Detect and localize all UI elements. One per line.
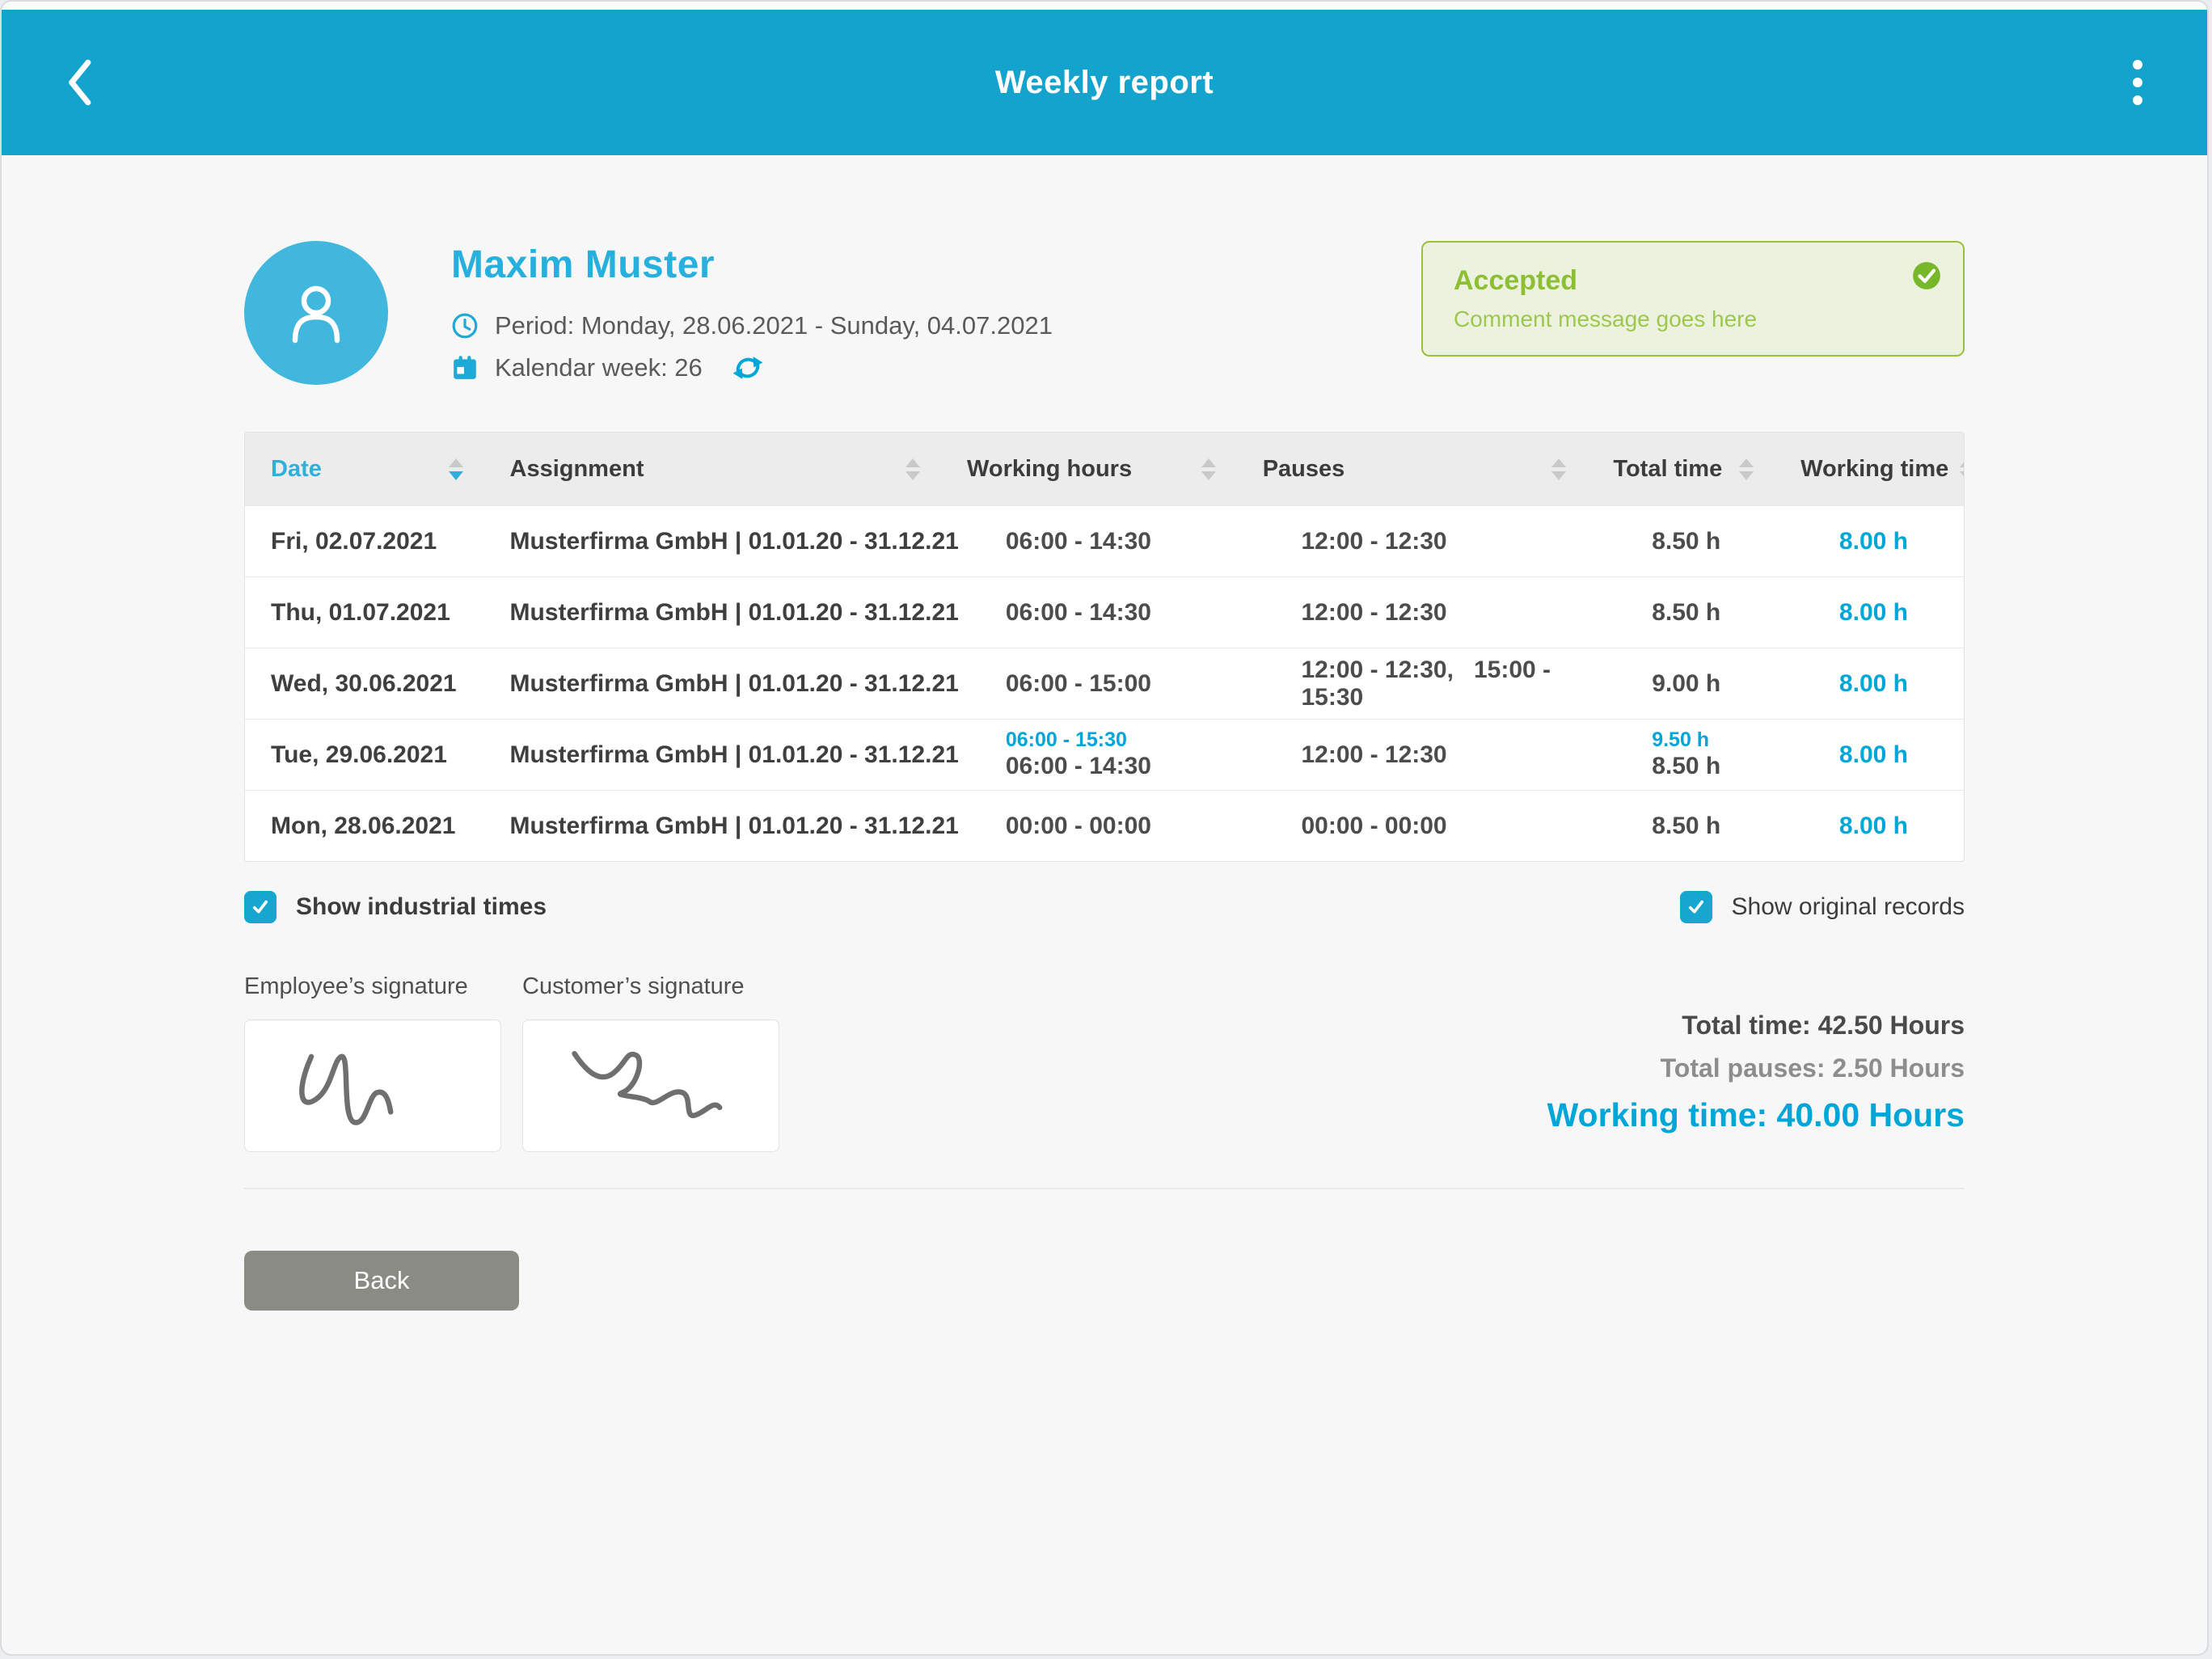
cell-working-time: 8.00 h (1813, 741, 1965, 769)
show-industrial-times-label: Show industrial times (296, 893, 547, 921)
column-header-pauses[interactable]: Pauses (1237, 456, 1588, 483)
signatures-and-totals: Employee’s signature Customer’s signatur… (244, 973, 1965, 1152)
divider (244, 1188, 1965, 1189)
cell-date: Thu, 01.07.2021 (245, 599, 484, 627)
status-title: Accepted (1454, 265, 1932, 297)
app-screen: Weekly report Maxim Muster Period: Monda… (0, 0, 2209, 1656)
cell-working-time: 8.00 h (1813, 528, 1965, 555)
total-time-summary: Total time: 42.50 Hours (1547, 1011, 1965, 1041)
customer-signature-box (522, 1019, 779, 1152)
cell-total-time: 8.50 h (1626, 599, 1813, 627)
sort-icon (1960, 458, 1965, 480)
cell-date: Wed, 30.06.2021 (245, 670, 484, 698)
cell-total-time: 9.00 h (1626, 670, 1813, 698)
table-row: Wed, 30.06.2021 Musterfirma GmbH | 01.01… (245, 648, 1964, 719)
overflow-menu-icon[interactable] (2125, 52, 2151, 113)
cell-assignment: Musterfirma GmbH | 01.01.20 - 31.12.21 (484, 741, 980, 769)
total-pauses-summary: Total pauses: 2.50 Hours (1547, 1053, 1965, 1083)
sort-icon (905, 458, 920, 480)
sort-icon (449, 458, 463, 480)
status-comment: Comment message goes here (1454, 306, 1932, 332)
content: Maxim Muster Period: Monday, 28.06.2021 … (2, 241, 2207, 1311)
cell-working-time: 8.00 h (1813, 813, 1965, 840)
table-row: Mon, 28.06.2021 Musterfirma GmbH | 01.01… (245, 790, 1964, 861)
cell-assignment: Musterfirma GmbH | 01.01.20 - 31.12.21 (484, 813, 980, 840)
cell-working-hours: 06:00 - 15:00 (980, 670, 1276, 698)
cell-working-time: 8.00 h (1813, 670, 1965, 698)
week-text: Kalendar week: 26 (495, 353, 703, 382)
cell-pauses: 00:00 - 00:00 (1276, 813, 1627, 840)
cell-working-time: 8.00 h (1813, 599, 1965, 627)
totals-summary: Total time: 42.50 Hours Total pauses: 2.… (1547, 973, 1965, 1134)
cell-working-hours: 06:00 - 15:30 06:00 - 14:30 (980, 728, 1276, 782)
working-time-summary: Working time: 40.00 Hours (1547, 1096, 1965, 1134)
table-row: Fri, 02.07.2021 Musterfirma GmbH | 01.01… (245, 505, 1964, 576)
time-report-table: Date Assignment Working hours Pauses Tot… (244, 432, 1965, 862)
avatar (244, 241, 388, 385)
show-industrial-times-checkbox[interactable]: Show industrial times (244, 891, 547, 923)
cell-pauses: 12:00 - 12:30 (1276, 528, 1627, 555)
table-row: Tue, 29.06.2021 Musterfirma GmbH | 01.01… (245, 719, 1964, 790)
page-title: Weekly report (2, 65, 2207, 101)
cell-total-time: 9.50 h 8.50 h (1626, 728, 1813, 782)
cell-working-hours: 00:00 - 00:00 (980, 813, 1276, 840)
show-original-records-checkbox[interactable]: Show original records (1680, 891, 1965, 923)
column-header-total-time[interactable]: Total time (1587, 456, 1775, 483)
cell-assignment: Musterfirma GmbH | 01.01.20 - 31.12.21 (484, 528, 980, 555)
sort-icon (1551, 458, 1566, 480)
cell-pauses: 12:00 - 12:30, 15:00 - 15:30 (1276, 656, 1627, 711)
week-line: Kalendar week: 26 (451, 352, 1053, 384)
options-row: Show industrial times Show original reco… (244, 891, 1965, 923)
status-box: Accepted Comment message goes here (1421, 241, 1965, 357)
checkbox-checked-icon[interactable] (1680, 891, 1712, 923)
sort-icon (1739, 458, 1754, 480)
column-header-assignment[interactable]: Assignment (484, 456, 942, 483)
customer-signature-image (530, 1025, 772, 1146)
profile-section: Maxim Muster Period: Monday, 28.06.2021 … (244, 241, 1965, 385)
customer-signature-label: Customer’s signature (522, 973, 779, 1000)
employee-signature-label: Employee’s signature (244, 973, 501, 1000)
cell-working-hours: 06:00 - 14:30 (980, 528, 1276, 555)
cell-total-time: 8.50 h (1626, 528, 1813, 555)
clock-icon (451, 312, 479, 340)
table-row: Thu, 01.07.2021 Musterfirma GmbH | 01.01… (245, 576, 1964, 648)
period-line: Period: Monday, 28.06.2021 - Sunday, 04.… (451, 311, 1053, 340)
cell-date: Fri, 02.07.2021 (245, 528, 484, 555)
employee-signature-image (251, 1025, 494, 1146)
window-top-strip (2, 2, 2207, 10)
person-icon (276, 272, 357, 353)
employee-signature-block: Employee’s signature (244, 973, 501, 1152)
refresh-icon[interactable] (732, 352, 764, 384)
customer-signature-block: Customer’s signature (522, 973, 779, 1152)
original-record-value: 9.50 h (1652, 728, 1792, 753)
table-header-row: Date Assignment Working hours Pauses Tot… (245, 433, 1964, 505)
show-original-records-label: Show original records (1732, 893, 1965, 921)
cell-total-time: 8.50 h (1626, 813, 1813, 840)
employee-signature-box (244, 1019, 501, 1152)
original-record-value: 06:00 - 15:30 (1006, 728, 1255, 753)
period-text: Period: Monday, 28.06.2021 - Sunday, 04.… (495, 311, 1053, 340)
cell-date: Tue, 29.06.2021 (245, 741, 484, 769)
column-header-working-hours[interactable]: Working hours (941, 456, 1237, 483)
sort-icon (1201, 458, 1216, 480)
cell-pauses: 12:00 - 12:30 (1276, 599, 1627, 627)
back-chevron-icon[interactable] (55, 50, 103, 115)
cell-assignment: Musterfirma GmbH | 01.01.20 - 31.12.21 (484, 670, 980, 698)
column-header-working-time[interactable]: Working time (1775, 456, 1965, 483)
checkbox-checked-icon[interactable] (244, 891, 276, 923)
cell-working-hours: 06:00 - 14:30 (980, 599, 1276, 627)
accepted-check-icon (1911, 260, 1942, 295)
cell-date: Mon, 28.06.2021 (245, 813, 484, 840)
back-button[interactable]: Back (244, 1251, 519, 1311)
column-header-date[interactable]: Date (245, 456, 484, 483)
app-bar: Weekly report (2, 10, 2207, 155)
calendar-icon (451, 354, 479, 382)
profile-info: Maxim Muster Period: Monday, 28.06.2021 … (451, 241, 1053, 384)
cell-pauses: 12:00 - 12:30 (1276, 741, 1627, 769)
cell-assignment: Musterfirma GmbH | 01.01.20 - 31.12.21 (484, 599, 980, 627)
employee-name: Maxim Muster (451, 243, 1053, 287)
